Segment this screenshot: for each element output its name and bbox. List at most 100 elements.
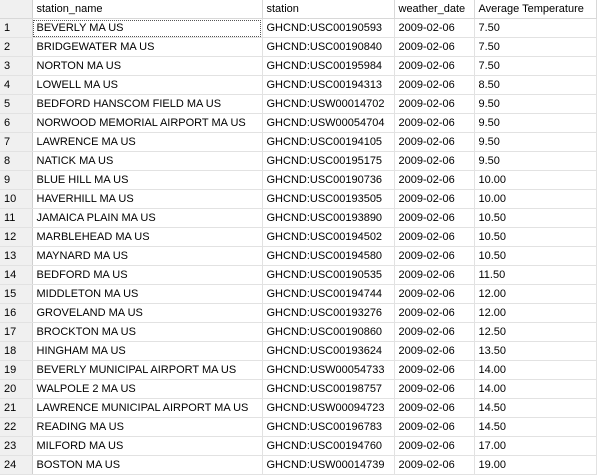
row-number-cell[interactable]: 14 bbox=[0, 265, 33, 285]
weather-date-cell[interactable]: 2009-02-06 bbox=[394, 18, 475, 38]
station-name-cell[interactable]: NORWOOD MEMORIAL AIRPORT MA US bbox=[32, 113, 263, 133]
column-header-weather-date[interactable]: weather_date bbox=[394, 0, 475, 19]
weather-date-cell[interactable]: 2009-02-06 bbox=[394, 436, 475, 456]
table-row[interactable]: 6 NORWOOD MEMORIAL AIRPORT MA US GHCND:USW… bbox=[0, 113, 597, 133]
table-row[interactable]: 13 MAYNARD MA US GHCND:USC00194580 2009-02-… bbox=[0, 246, 597, 266]
average-temperature-cell[interactable]: 14.50 bbox=[474, 398, 597, 418]
average-temperature-cell[interactable]: 12.00 bbox=[474, 284, 597, 304]
row-number-cell[interactable]: 8 bbox=[0, 151, 33, 171]
station-name-cell[interactable]: MIDDLETON MA US bbox=[32, 284, 263, 304]
results-grid[interactable]: station_name station weather_date Averag… bbox=[0, 0, 597, 475]
station-name-cell[interactable]: LAWRENCE MA US bbox=[32, 132, 263, 152]
column-header-station-name[interactable]: station_name bbox=[32, 0, 263, 19]
table-row[interactable]: 10 HAVERHILL MA US GHCND:USC00193505 2009-0… bbox=[0, 189, 597, 209]
average-temperature-cell[interactable]: 7.50 bbox=[474, 37, 597, 57]
column-header-station[interactable]: station bbox=[262, 0, 395, 19]
station-cell[interactable]: GHCND:USC00190593 bbox=[262, 18, 395, 38]
weather-date-cell[interactable]: 2009-02-06 bbox=[394, 417, 475, 437]
station-cell[interactable]: GHCND:USW00054704 bbox=[262, 113, 395, 133]
weather-date-cell[interactable]: 2009-02-06 bbox=[394, 189, 475, 209]
table-row[interactable]: 7 LAWRENCE MA US GHCND:USC00194105 2009-02-… bbox=[0, 132, 597, 152]
row-number-cell[interactable]: 13 bbox=[0, 246, 33, 266]
row-number-cell[interactable]: 12 bbox=[0, 227, 33, 247]
average-temperature-cell[interactable]: 11.50 bbox=[474, 265, 597, 285]
row-number-header[interactable] bbox=[0, 0, 33, 19]
average-temperature-cell[interactable]: 10.50 bbox=[474, 246, 597, 266]
station-cell[interactable]: GHCND:USC00190535 bbox=[262, 265, 395, 285]
table-row[interactable]: 11 JAMAICA PLAIN MA US GHCND:USC00193890 20… bbox=[0, 208, 597, 228]
station-cell[interactable]: GHCND:USC00193890 bbox=[262, 208, 395, 228]
average-temperature-cell[interactable]: 12.50 bbox=[474, 322, 597, 342]
station-name-cell[interactable]: NATICK MA US bbox=[32, 151, 263, 171]
station-cell[interactable]: GHCND:USC00195175 bbox=[262, 151, 395, 171]
row-number-cell[interactable]: 23 bbox=[0, 436, 33, 456]
station-name-cell[interactable]: BOSTON MA US bbox=[32, 455, 263, 475]
station-cell[interactable]: GHCND:USC00194502 bbox=[262, 227, 395, 247]
row-number-cell[interactable]: 7 bbox=[0, 132, 33, 152]
table-row[interactable]: 2 BRIDGEWATER MA US GHCND:USC00190840 2009-… bbox=[0, 37, 597, 57]
station-cell[interactable]: GHCND:USC00190840 bbox=[262, 37, 395, 57]
station-name-cell[interactable]: MILFORD MA US bbox=[32, 436, 263, 456]
station-name-cell[interactable]: BEDFORD MA US bbox=[32, 265, 263, 285]
row-number-cell[interactable]: 21 bbox=[0, 398, 33, 418]
station-cell[interactable]: GHCND:USC00193276 bbox=[262, 303, 395, 323]
row-number-cell[interactable]: 3 bbox=[0, 56, 33, 76]
station-name-cell[interactable]: BRIDGEWATER MA US bbox=[32, 37, 263, 57]
station-cell[interactable]: GHCND:USC00190736 bbox=[262, 170, 395, 190]
weather-date-cell[interactable]: 2009-02-06 bbox=[394, 398, 475, 418]
row-number-cell[interactable]: 5 bbox=[0, 94, 33, 114]
average-temperature-cell[interactable]: 13.50 bbox=[474, 341, 597, 361]
station-name-cell[interactable]: WALPOLE 2 MA US bbox=[32, 379, 263, 399]
station-cell[interactable]: GHCND:USC00190860 bbox=[262, 322, 395, 342]
average-temperature-cell[interactable]: 9.50 bbox=[474, 132, 597, 152]
weather-date-cell[interactable]: 2009-02-06 bbox=[394, 322, 475, 342]
row-number-cell[interactable]: 24 bbox=[0, 455, 33, 475]
station-name-cell[interactable]: MAYNARD MA US bbox=[32, 246, 263, 266]
station-cell[interactable]: GHCND:USC00193505 bbox=[262, 189, 395, 209]
station-cell[interactable]: GHCND:USC00194744 bbox=[262, 284, 395, 304]
weather-date-cell[interactable]: 2009-02-06 bbox=[394, 94, 475, 114]
table-row[interactable]: 1 BEVERLY MA US GHCND:USC00190593 2009-02-0… bbox=[0, 18, 597, 38]
row-number-cell[interactable]: 20 bbox=[0, 379, 33, 399]
row-number-cell[interactable]: 15 bbox=[0, 284, 33, 304]
station-name-cell[interactable]: BROCKTON MA US bbox=[32, 322, 263, 342]
station-cell[interactable]: GHCND:USW00054733 bbox=[262, 360, 395, 380]
average-temperature-cell[interactable]: 7.50 bbox=[474, 56, 597, 76]
station-cell[interactable]: GHCND:USW00014702 bbox=[262, 94, 395, 114]
average-temperature-cell[interactable]: 19.00 bbox=[474, 455, 597, 475]
weather-date-cell[interactable]: 2009-02-06 bbox=[394, 284, 475, 304]
table-row[interactable]: 3 NORTON MA US GHCND:USC00195984 2009-02-06… bbox=[0, 56, 597, 76]
weather-date-cell[interactable]: 2009-02-06 bbox=[394, 379, 475, 399]
station-cell[interactable]: GHCND:USW00014739 bbox=[262, 455, 395, 475]
table-row[interactable]: 22 READING MA US GHCND:USC00196783 2009-02-… bbox=[0, 417, 597, 437]
station-name-cell[interactable]: READING MA US bbox=[32, 417, 263, 437]
average-temperature-cell[interactable]: 7.50 bbox=[474, 18, 597, 38]
weather-date-cell[interactable]: 2009-02-06 bbox=[394, 132, 475, 152]
station-cell[interactable]: GHCND:USC00198757 bbox=[262, 379, 395, 399]
weather-date-cell[interactable]: 2009-02-06 bbox=[394, 151, 475, 171]
table-row[interactable]: 12 MARBLEHEAD MA US GHCND:USC00194502 2009-… bbox=[0, 227, 597, 247]
table-row[interactable]: 19 BEVERLY MUNICIPAL AIRPORT MA US GHCND:U… bbox=[0, 360, 597, 380]
table-row[interactable]: 17 BROCKTON MA US GHCND:USC00190860 2009-02… bbox=[0, 322, 597, 342]
table-row[interactable]: 16 GROVELAND MA US GHCND:USC00193276 2009-0… bbox=[0, 303, 597, 323]
table-row[interactable]: 4 LOWELL MA US GHCND:USC00194313 2009-02-06… bbox=[0, 75, 597, 95]
weather-date-cell[interactable]: 2009-02-06 bbox=[394, 37, 475, 57]
average-temperature-cell[interactable]: 12.00 bbox=[474, 303, 597, 323]
station-name-cell[interactable]: BEVERLY MA US bbox=[32, 18, 263, 38]
weather-date-cell[interactable]: 2009-02-06 bbox=[394, 455, 475, 475]
station-cell[interactable]: GHCND:USC00196783 bbox=[262, 417, 395, 437]
average-temperature-cell[interactable]: 9.50 bbox=[474, 113, 597, 133]
row-number-cell[interactable]: 6 bbox=[0, 113, 33, 133]
weather-date-cell[interactable]: 2009-02-06 bbox=[394, 170, 475, 190]
column-header-average-temperature[interactable]: Average Temperature bbox=[474, 0, 597, 19]
weather-date-cell[interactable]: 2009-02-06 bbox=[394, 56, 475, 76]
table-row[interactable]: 23 MILFORD MA US GHCND:USC00194760 2009-02-… bbox=[0, 436, 597, 456]
average-temperature-cell[interactable]: 10.50 bbox=[474, 227, 597, 247]
table-row[interactable]: 24 BOSTON MA US GHCND:USW00014739 2009-02-0… bbox=[0, 455, 597, 475]
station-name-cell[interactable]: HAVERHILL MA US bbox=[32, 189, 263, 209]
station-cell[interactable]: GHCND:USC00194760 bbox=[262, 436, 395, 456]
table-row[interactable]: 8 NATICK MA US GHCND:USC00195175 2009-02-06… bbox=[0, 151, 597, 171]
table-row[interactable]: 21 LAWRENCE MUNICIPAL AIRPORT MA US GHCND:… bbox=[0, 398, 597, 418]
weather-date-cell[interactable]: 2009-02-06 bbox=[394, 113, 475, 133]
weather-date-cell[interactable]: 2009-02-06 bbox=[394, 341, 475, 361]
